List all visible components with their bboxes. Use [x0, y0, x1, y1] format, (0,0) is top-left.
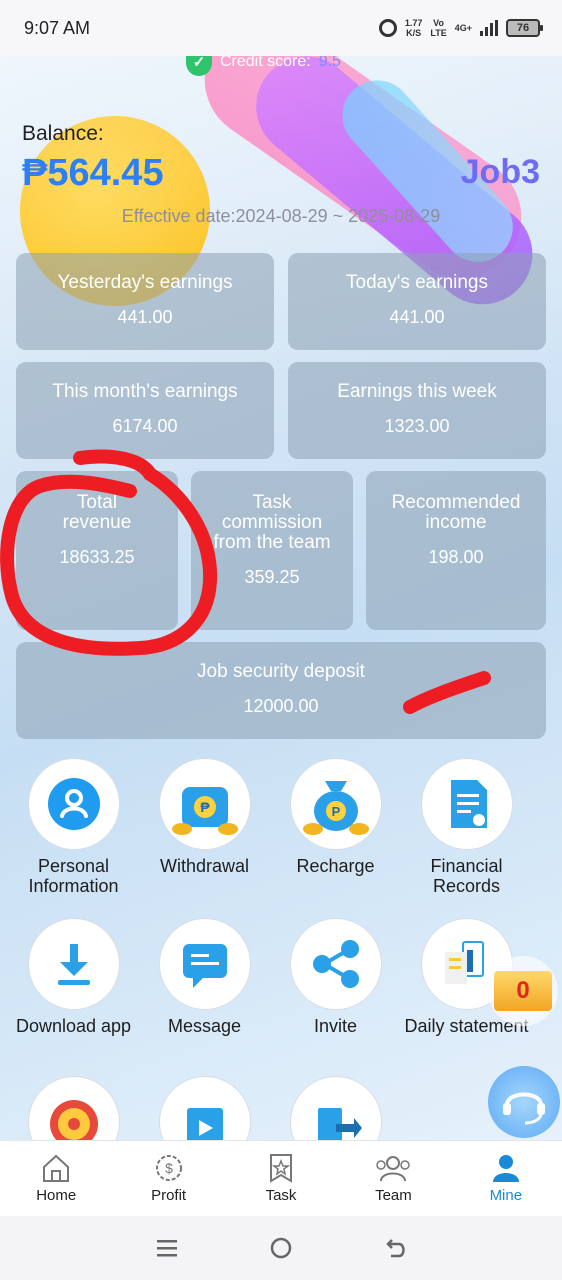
- status-time: 9:07 AM: [24, 17, 91, 38]
- withdrawal-item[interactable]: ₱ Withdrawal: [139, 758, 270, 876]
- tab-label: Mine: [489, 1187, 523, 1204]
- tab-team[interactable]: Team: [337, 1141, 449, 1216]
- video-item[interactable]: [139, 1076, 270, 1140]
- stat-label: Earnings this week: [337, 381, 497, 402]
- stat-label: Job security deposit: [197, 661, 365, 682]
- recommended-income-card: Recommended income 198.00: [366, 471, 546, 630]
- job-level: Job3: [460, 153, 540, 191]
- stat-label: Task commission from the team: [213, 492, 331, 553]
- battery-icon: 76: [506, 19, 543, 37]
- share-icon: [312, 940, 359, 988]
- user-icon: [47, 778, 100, 830]
- dollar-badge-icon: $: [155, 1155, 182, 1181]
- download-app-item[interactable]: Download app: [8, 918, 139, 1036]
- home-icon: [43, 1154, 70, 1182]
- message-item[interactable]: Message: [139, 918, 270, 1036]
- month-earnings-card: This month's earnings 6174.00: [16, 362, 274, 459]
- money-bag-icon: ₱: [171, 787, 238, 835]
- credit-score-value: 9.5: [318, 56, 341, 70]
- menu-label: Recharge: [296, 856, 375, 876]
- balance-amount: ₱564.45: [22, 152, 164, 194]
- mail-badge-count: 0: [516, 977, 530, 1004]
- status-bar: 9:07 AM 1.77 K/S Vo LTE 4G+ 76: [0, 0, 562, 56]
- team-icon: [376, 1156, 411, 1182]
- headset-icon: [503, 1092, 545, 1125]
- message-icon: [182, 944, 227, 988]
- credit-score: ✓ Credit score: 9.5: [186, 56, 341, 76]
- stat-value: 1323.00: [384, 416, 450, 436]
- week-earnings-card: Earnings this week 1323.00: [288, 362, 546, 459]
- personal-info-item[interactable]: Personal Information: [8, 758, 139, 896]
- stat-value: 198.00: [428, 547, 484, 567]
- logout-item[interactable]: [270, 1076, 401, 1140]
- customer-support-button[interactable]: [488, 1066, 560, 1138]
- logout-icon: [317, 1108, 362, 1140]
- stat-value: 441.00: [117, 307, 173, 327]
- svg-text:$: $: [165, 1160, 173, 1176]
- svg-text:₱: ₱: [200, 799, 210, 815]
- volte-indicator: Vo LTE: [430, 18, 447, 38]
- tab-label: Home: [36, 1187, 77, 1204]
- stat-label: This month's earnings: [52, 381, 238, 402]
- back-icon[interactable]: [383, 1236, 407, 1260]
- total-revenue-card: Total revenue 18633.25: [16, 471, 178, 630]
- shield-check-icon: ✓: [186, 56, 212, 76]
- menu-label: Invite: [313, 1016, 358, 1036]
- balance-label: Balance:: [22, 122, 104, 145]
- bottom-tab-bar: Home $ Profit Task Team Mine: [0, 1140, 562, 1216]
- mine-page-content[interactable]: ✓ Credit score: 9.5 Balance: ₱564.45 Job…: [0, 56, 562, 1140]
- net-speed: 1.77 K/S: [404, 18, 423, 38]
- stat-value: 12000.00: [243, 696, 319, 716]
- system-nav-bar: [0, 1216, 562, 1280]
- download-icon: [57, 944, 90, 985]
- stat-label: Today's earnings: [346, 272, 488, 293]
- video-icon: [186, 1108, 223, 1140]
- tab-mine[interactable]: Mine: [450, 1141, 562, 1216]
- document-icon: [450, 780, 487, 828]
- tab-profit[interactable]: $ Profit: [112, 1141, 224, 1216]
- svg-text:P: P: [331, 804, 340, 819]
- person-icon: [492, 1155, 519, 1182]
- yesterday-earnings-card: Yesterday's earnings 441.00: [16, 253, 274, 350]
- network-type: 4G+: [454, 23, 472, 33]
- status-icons: 1.77 K/S Vo LTE 4G+ 76: [378, 18, 543, 38]
- stat-label: Recommended income: [391, 492, 521, 533]
- menu-label: Financial Records: [430, 856, 503, 896]
- recharge-item[interactable]: P Recharge: [270, 758, 401, 876]
- effective-date: Effective date:2024-08-29 ~ 2025-08-29: [121, 206, 441, 226]
- coin-bag-icon: P: [302, 781, 369, 835]
- signal-icon: [480, 20, 498, 36]
- bookmark-star-icon: [270, 1154, 293, 1183]
- credit-score-label: Credit score:: [220, 56, 311, 70]
- envelope-icon: 0: [494, 971, 552, 1011]
- menu-label: Download app: [15, 1016, 132, 1036]
- recents-icon[interactable]: [155, 1237, 179, 1259]
- stat-value: 6174.00: [112, 416, 178, 436]
- tab-label: Profit: [151, 1187, 187, 1204]
- menu-label: Personal Information: [28, 856, 119, 896]
- mail-button[interactable]: 0: [488, 956, 558, 1026]
- stat-value: 359.25: [244, 567, 300, 587]
- menu-label: Withdrawal: [159, 856, 250, 876]
- financial-records-item[interactable]: Financial Records: [401, 758, 532, 896]
- stat-value: 18633.25: [59, 547, 135, 567]
- tab-task[interactable]: Task: [225, 1141, 337, 1216]
- stat-label: Yesterday's earnings: [57, 272, 233, 293]
- today-earnings-card: Today's earnings 441.00: [288, 253, 546, 350]
- invite-item[interactable]: Invite: [270, 918, 401, 1036]
- stat-value: 441.00: [389, 307, 445, 327]
- home-circle-icon[interactable]: [269, 1236, 293, 1260]
- tab-label: Task: [265, 1187, 297, 1204]
- receipt-icon: [444, 941, 484, 984]
- alarm-icon: [378, 19, 397, 37]
- stat-label: Total revenue: [62, 492, 132, 533]
- menu-label: Message: [167, 1016, 242, 1036]
- lucky-wheel-item[interactable]: [8, 1076, 139, 1140]
- team-commission-card: Task commission from the team 359.25: [191, 471, 353, 630]
- tab-home[interactable]: Home: [0, 1141, 112, 1216]
- tab-label: Team: [375, 1187, 412, 1204]
- wheel-icon: [49, 1100, 98, 1140]
- job-deposit-card: Job security deposit 12000.00: [16, 642, 546, 739]
